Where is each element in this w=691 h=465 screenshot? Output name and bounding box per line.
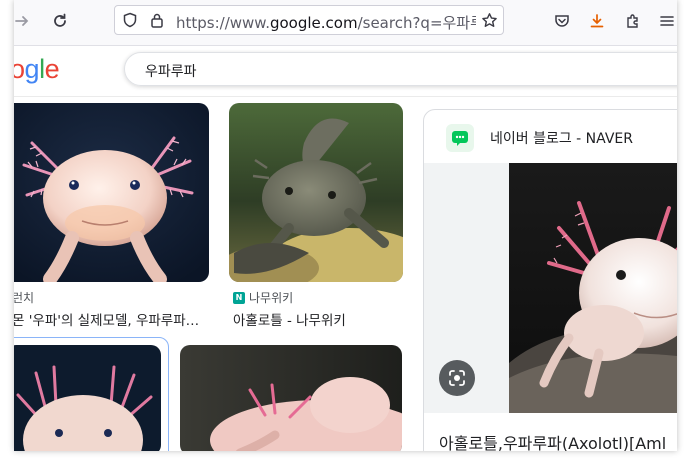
- result-image-3[interactable]: [14, 345, 161, 451]
- result-title-2[interactable]: 아홀로틀 - 나무위키: [233, 309, 413, 329]
- chevron-left-icon[interactable]: [674, 126, 677, 148]
- panel-image[interactable]: [509, 163, 677, 413]
- image-preview-panel: 네이버 블로그 - NAVER 아홀로틀,우파루파(Axolotl)[Aml: [423, 109, 677, 451]
- result-source-1[interactable]: 런치: [14, 289, 34, 306]
- url-text: https://www.google.com/search?q=우파루1: [176, 14, 476, 32]
- download-icon[interactable]: [587, 11, 607, 31]
- result-image-2[interactable]: [229, 103, 403, 282]
- result-source-2[interactable]: N 나무위키: [233, 289, 293, 306]
- panel-title[interactable]: 아홀로틀,우파루파(Axolotl)[Aml: [439, 430, 666, 451]
- star-icon[interactable]: [480, 11, 498, 29]
- lens-icon: [449, 370, 465, 386]
- extensions-icon[interactable]: [623, 11, 643, 31]
- google-lens-button[interactable]: [439, 360, 475, 396]
- reload-icon[interactable]: [50, 11, 70, 31]
- browser-toolbar: https://www.google.com/search?q=우파루1: [14, 0, 677, 46]
- namu-wiki-icon: N: [233, 291, 245, 304]
- url-bar[interactable]: https://www.google.com/search?q=우파루1: [114, 5, 504, 35]
- search-box[interactable]: 우파루파: [124, 52, 677, 86]
- panel-source[interactable]: 네이버 블로그 - NAVER: [490, 128, 633, 148]
- lock-icon[interactable]: [148, 11, 166, 29]
- shield-icon[interactable]: [121, 11, 139, 29]
- forward-icon[interactable]: [14, 11, 32, 31]
- pocket-icon[interactable]: [552, 11, 572, 31]
- result-image-4[interactable]: [180, 345, 402, 451]
- naver-blog-icon: [446, 124, 474, 152]
- browser-window: https://www.google.com/search?q=우파루1 ogl…: [14, 0, 677, 451]
- google-header: ogle 우파루파: [14, 46, 677, 97]
- menu-icon[interactable]: [657, 11, 677, 31]
- result-image-1[interactable]: [14, 103, 209, 282]
- google-logo[interactable]: ogle: [14, 54, 60, 85]
- result-title-1[interactable]: 몬 '우파'의 실제모델, 우파루파…: [14, 309, 210, 329]
- search-input[interactable]: 우파루파: [145, 61, 197, 81]
